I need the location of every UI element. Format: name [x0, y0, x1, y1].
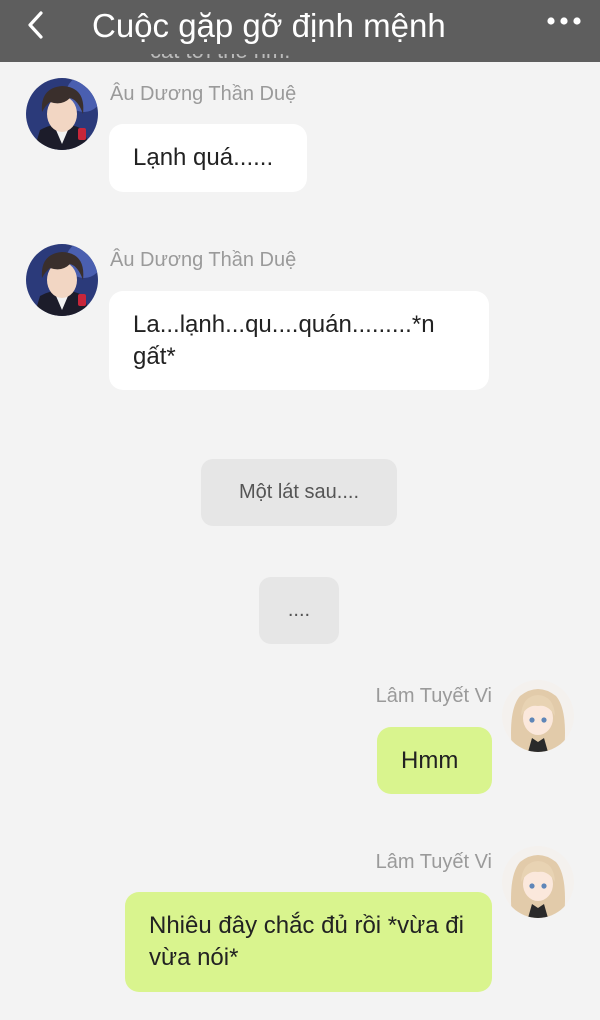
sender-name: Lâm Tuyết Vi: [375, 685, 492, 707]
sender-name: Lâm Tuyết Vi: [375, 851, 492, 873]
male-avatar-icon: [26, 78, 98, 150]
message-bubble: Nhiêu đây chắc đủ rồi *vừa đi vừa nói*: [125, 892, 492, 992]
system-notice: Một lát sau....: [201, 459, 397, 526]
message-bubble: Lạnh quá......: [109, 124, 307, 192]
male-avatar-icon: [26, 244, 98, 316]
more-dots-icon[interactable]: [546, 14, 582, 28]
sender-name: Âu Dương Thần Duệ: [110, 249, 297, 271]
top-bar: Cuộc gặp gỡ định mệnh: [0, 0, 600, 62]
system-notice: ....: [259, 577, 339, 644]
female-avatar-icon: [502, 846, 574, 918]
avatar[interactable]: [26, 244, 98, 316]
avatar[interactable]: [26, 78, 98, 150]
avatar[interactable]: [502, 846, 574, 918]
message-bubble: La...lạnh...qu....quán.........*n gất*: [109, 291, 489, 390]
avatar[interactable]: [502, 680, 574, 752]
message-bubble: Hmm: [377, 727, 492, 794]
chevron-left-icon[interactable]: [22, 10, 52, 40]
chat-title: Cuộc gặp gỡ định mệnh: [92, 7, 446, 44]
previous-message-fragment: cắt tới thế hm.: [150, 54, 450, 66]
sender-name: Âu Dương Thần Duệ: [110, 83, 297, 105]
female-avatar-icon: [502, 680, 574, 752]
